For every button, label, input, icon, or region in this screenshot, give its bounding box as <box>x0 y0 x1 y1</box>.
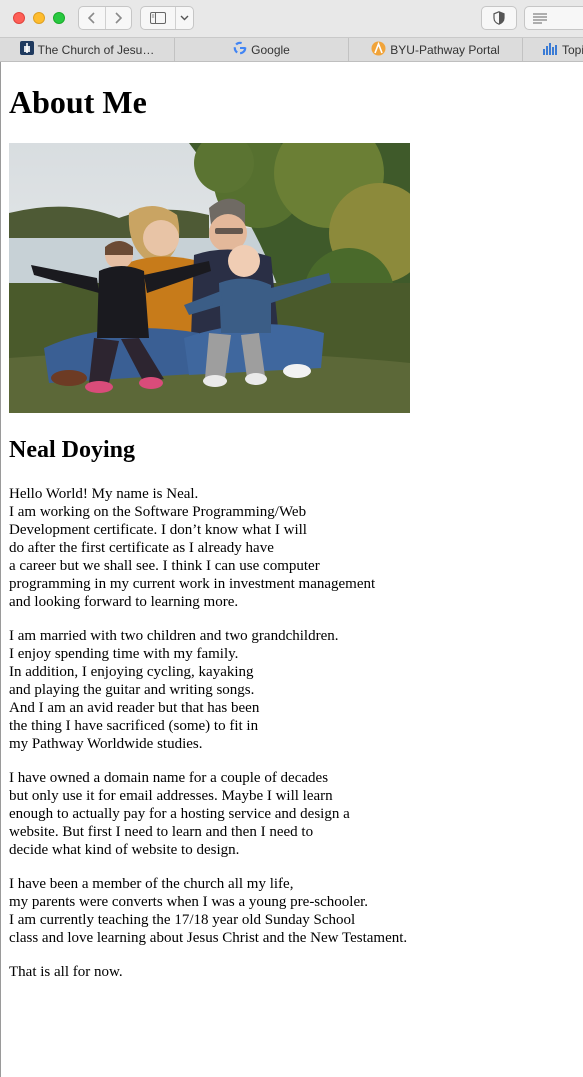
back-button[interactable] <box>79 7 105 29</box>
tab-google[interactable]: Google <box>175 38 349 61</box>
tab-church[interactable]: The Church of Jesu… <box>0 38 175 61</box>
forward-button[interactable] <box>104 7 132 29</box>
tab-label: Topi <box>562 42 583 57</box>
church-paragraph: I have been a member of the church all m… <box>9 876 408 946</box>
church-favicon-icon <box>19 41 34 58</box>
pathway-favicon-icon <box>371 41 386 59</box>
minimize-window-button[interactable] <box>33 12 45 24</box>
chevron-down-icon <box>180 15 189 21</box>
shield-icon <box>493 11 505 25</box>
privacy-report-button[interactable] <box>481 6 517 30</box>
page-content: About Me Neal Doying Hello World! My nam… <box>0 62 583 1077</box>
family-paragraph: I am married with two children and two g… <box>9 628 339 752</box>
family-photo <box>9 143 410 413</box>
close-window-button[interactable] <box>13 12 25 24</box>
history-navigation <box>78 6 132 30</box>
sidebar-menu-button[interactable] <box>176 7 193 29</box>
domain-paragraph: I have owned a domain name for a couple … <box>9 770 350 858</box>
sidebar-toggle-button[interactable] <box>141 7 176 29</box>
author-name: Neal Doying <box>9 437 135 463</box>
browser-toolbar <box>0 0 583 38</box>
address-bar[interactable] <box>524 6 583 30</box>
bookmarks-bar: The Church of Jesu… Google BYU-Pathway P… <box>0 38 583 62</box>
sidebar-toggle-group <box>140 6 194 30</box>
tab-label: Google <box>251 42 290 57</box>
google-favicon-icon <box>233 41 247 58</box>
closing-paragraph: That is all for now. <box>9 964 123 980</box>
tab-label: The Church of Jesu… <box>37 42 155 57</box>
page-title: About Me <box>9 84 147 120</box>
tab-topics[interactable]: Topi <box>523 38 583 61</box>
chevron-left-icon <box>87 12 95 24</box>
chart-favicon-icon <box>543 42 558 58</box>
zoom-window-button[interactable] <box>53 12 65 24</box>
intro-paragraph: Hello World! My name is Neal. I am worki… <box>9 486 376 610</box>
tab-pathway[interactable]: BYU-Pathway Portal <box>349 38 523 61</box>
reader-icon <box>533 13 547 23</box>
chevron-right-icon <box>115 12 123 24</box>
tab-label: BYU-Pathway Portal <box>390 42 500 57</box>
sidebar-icon <box>150 12 166 24</box>
